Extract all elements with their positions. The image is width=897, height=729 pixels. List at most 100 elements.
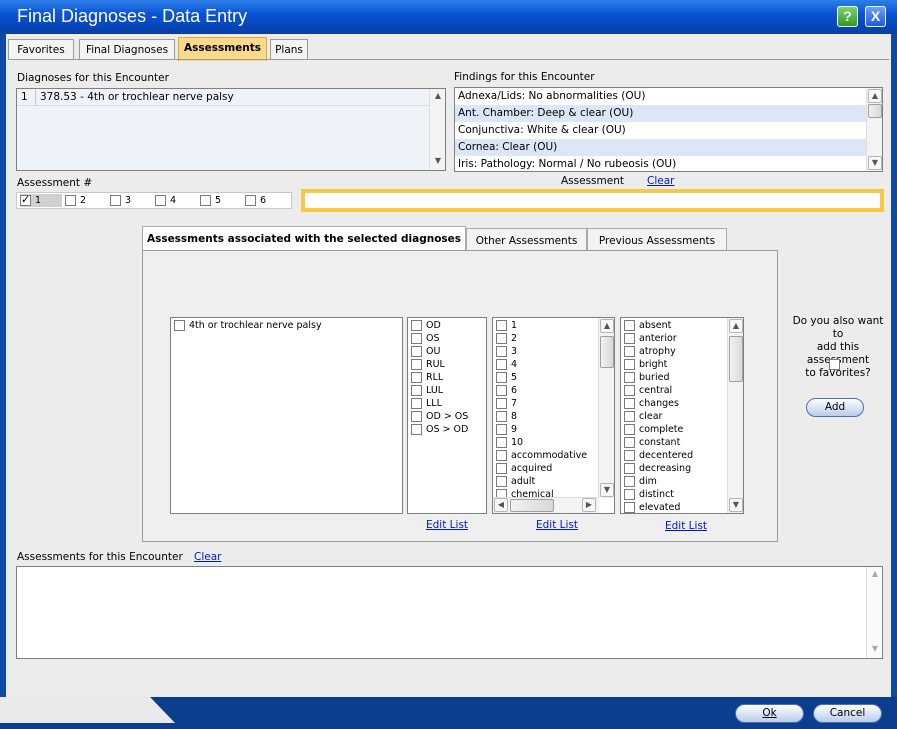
checkbox-icon[interactable] xyxy=(624,476,635,487)
checkbox-icon[interactable] xyxy=(624,502,635,513)
checkbox-icon[interactable] xyxy=(496,346,507,357)
checkbox-icon[interactable] xyxy=(411,411,422,422)
diagnoses-scrollbar[interactable]: ▲ ▼ xyxy=(429,89,445,170)
checkbox-icon[interactable] xyxy=(411,424,422,435)
descriptor-vscrollbar[interactable]: ▲ ▼ xyxy=(727,318,743,513)
findings-scrollbar[interactable]: ▲ ▼ xyxy=(866,88,882,171)
checkbox-icon[interactable] xyxy=(496,463,507,474)
checkbox-icon[interactable] xyxy=(624,450,635,461)
tab-plans[interactable]: Plans xyxy=(270,39,308,60)
tab-assessments[interactable]: Assessments xyxy=(178,37,267,61)
checkbox-icon[interactable] xyxy=(411,398,422,409)
cancel-button[interactable]: Cancel xyxy=(813,704,882,723)
scroll-up-icon[interactable]: ▲ xyxy=(729,319,743,333)
checkbox-icon[interactable] xyxy=(411,320,422,331)
checkbox-icon[interactable] xyxy=(624,359,635,370)
scroll-thumb[interactable] xyxy=(729,336,743,382)
scroll-up-icon[interactable]: ▲ xyxy=(868,89,882,103)
checkbox-icon[interactable] xyxy=(624,437,635,448)
modifier-vscrollbar[interactable]: ▲ ▼ xyxy=(598,318,614,498)
encounter-assessments-clear-link[interactable]: Clear xyxy=(194,551,221,563)
checkbox-icon[interactable] xyxy=(496,398,507,409)
tab-final-diagnoses[interactable]: Final Diagnoses xyxy=(79,39,175,60)
modifier-hscrollbar[interactable]: ◀ ▶ xyxy=(493,497,599,513)
tab-other-assessments[interactable]: Other Assessments xyxy=(466,228,587,251)
encounter-assessments-scrollbar[interactable]: ▲ ▼ xyxy=(866,567,882,658)
scroll-thumb[interactable] xyxy=(510,499,554,512)
finding-item[interactable]: Iris: Pathology: Normal / No rubeosis (O… xyxy=(455,156,882,173)
scroll-down-icon[interactable]: ▼ xyxy=(600,483,614,497)
scroll-left-icon[interactable]: ◀ xyxy=(494,498,508,512)
checkbox-icon[interactable] xyxy=(624,372,635,383)
add-to-favorites-checkbox[interactable] xyxy=(829,359,840,370)
checkbox-icon[interactable] xyxy=(411,359,422,370)
scroll-right-icon[interactable]: ▶ xyxy=(582,498,596,512)
scroll-down-icon[interactable]: ▼ xyxy=(868,156,882,170)
panel-descriptor-list[interactable]: absent anterior atrophy bright buried central… xyxy=(620,317,744,514)
edit-list-eye-link[interactable]: Edit List xyxy=(426,519,468,531)
checkbox-icon[interactable] xyxy=(496,476,507,487)
checkbox-icon[interactable] xyxy=(624,424,635,435)
checkbox-icon[interactable] xyxy=(496,320,507,331)
checkbox-icon[interactable] xyxy=(496,424,507,435)
diagnoses-list-empty xyxy=(17,106,429,170)
close-button[interactable]: X xyxy=(865,6,886,27)
edit-list-modifier-link[interactable]: Edit List xyxy=(536,519,578,531)
scroll-up-icon[interactable]: ▲ xyxy=(431,90,445,104)
checkbox-icon[interactable] xyxy=(411,372,422,383)
scroll-up-icon[interactable]: ▲ xyxy=(868,568,882,582)
checkbox-icon[interactable] xyxy=(496,450,507,461)
help-button[interactable]: ? xyxy=(837,6,858,27)
table-row[interactable]: 1 378.53 - 4th or trochlear nerve palsy xyxy=(17,89,429,106)
scroll-thumb[interactable] xyxy=(868,104,882,118)
checkbox-icon[interactable] xyxy=(245,195,256,206)
checkbox-icon[interactable] xyxy=(496,372,507,383)
checkbox-checked-icon[interactable] xyxy=(20,193,31,206)
diagnoses-list[interactable]: 1 378.53 - 4th or trochlear nerve palsy … xyxy=(16,88,446,171)
assessment-clear-link[interactable]: Clear xyxy=(647,175,674,187)
tab-associated-assessments[interactable]: Assessments associated with the selected… xyxy=(142,226,466,250)
findings-list[interactable]: Adnexa/Lids: No abnormalities (OU) Ant. … xyxy=(454,87,883,172)
checkbox-icon[interactable] xyxy=(624,320,635,331)
panel-diagnosis-list[interactable]: 4th or trochlear nerve palsy xyxy=(170,317,403,514)
finding-item[interactable]: Adnexa/Lids: No abnormalities (OU) xyxy=(455,88,882,105)
checkbox-icon[interactable] xyxy=(110,195,121,206)
checkbox-icon[interactable] xyxy=(624,346,635,357)
finding-item[interactable]: Conjunctiva: White & clear (OU) xyxy=(455,122,882,139)
finding-item[interactable]: Cornea: Clear (OU) xyxy=(455,139,866,156)
checkbox-icon[interactable] xyxy=(411,385,422,396)
checkbox-icon[interactable] xyxy=(624,489,635,500)
checkbox-icon[interactable] xyxy=(155,195,166,206)
checkbox-icon[interactable] xyxy=(496,411,507,422)
assessment-number-1[interactable]: 1 xyxy=(20,193,62,207)
checkbox-icon[interactable] xyxy=(624,398,635,409)
checkbox-icon[interactable] xyxy=(411,346,422,357)
checkbox-icon[interactable] xyxy=(496,333,507,344)
checkbox-icon[interactable] xyxy=(624,463,635,474)
add-button[interactable]: Add xyxy=(806,398,864,417)
assessment-input[interactable] xyxy=(301,189,884,212)
checkbox-icon[interactable] xyxy=(624,333,635,344)
scroll-up-icon[interactable]: ▲ xyxy=(600,319,614,333)
panel-eye-list[interactable]: OD OS OU RUL RLL LUL LLL OD > OS OS > OD xyxy=(407,317,487,514)
checkbox-icon[interactable] xyxy=(411,333,422,344)
checkbox-icon[interactable] xyxy=(65,195,76,206)
tab-favorites[interactable]: Favorites xyxy=(8,39,74,60)
checkbox-icon[interactable] xyxy=(624,411,635,422)
scroll-down-icon[interactable]: ▼ xyxy=(431,155,445,169)
checkbox-icon[interactable] xyxy=(624,385,635,396)
tab-previous-assessments[interactable]: Previous Assessments xyxy=(587,228,727,251)
scroll-down-icon[interactable]: ▼ xyxy=(729,498,743,512)
scroll-down-icon[interactable]: ▼ xyxy=(868,643,882,657)
scroll-thumb[interactable] xyxy=(600,336,614,368)
panel-modifier-list[interactable]: 1 2 3 4 5 6 7 8 9 10 accommodative acquired adult che… xyxy=(492,317,615,514)
checkbox-icon[interactable] xyxy=(496,359,507,370)
checkbox-icon[interactable] xyxy=(200,195,211,206)
ok-button[interactable]: Ok xyxy=(735,704,804,723)
checkbox-icon[interactable] xyxy=(174,320,185,331)
checkbox-icon[interactable] xyxy=(496,437,507,448)
encounter-assessments-textarea[interactable]: ▲ ▼ xyxy=(16,566,883,659)
finding-item[interactable]: Ant. Chamber: Deep & clear (OU) xyxy=(455,105,866,122)
checkbox-icon[interactable] xyxy=(496,385,507,396)
edit-list-descriptor-link[interactable]: Edit List xyxy=(665,520,707,532)
